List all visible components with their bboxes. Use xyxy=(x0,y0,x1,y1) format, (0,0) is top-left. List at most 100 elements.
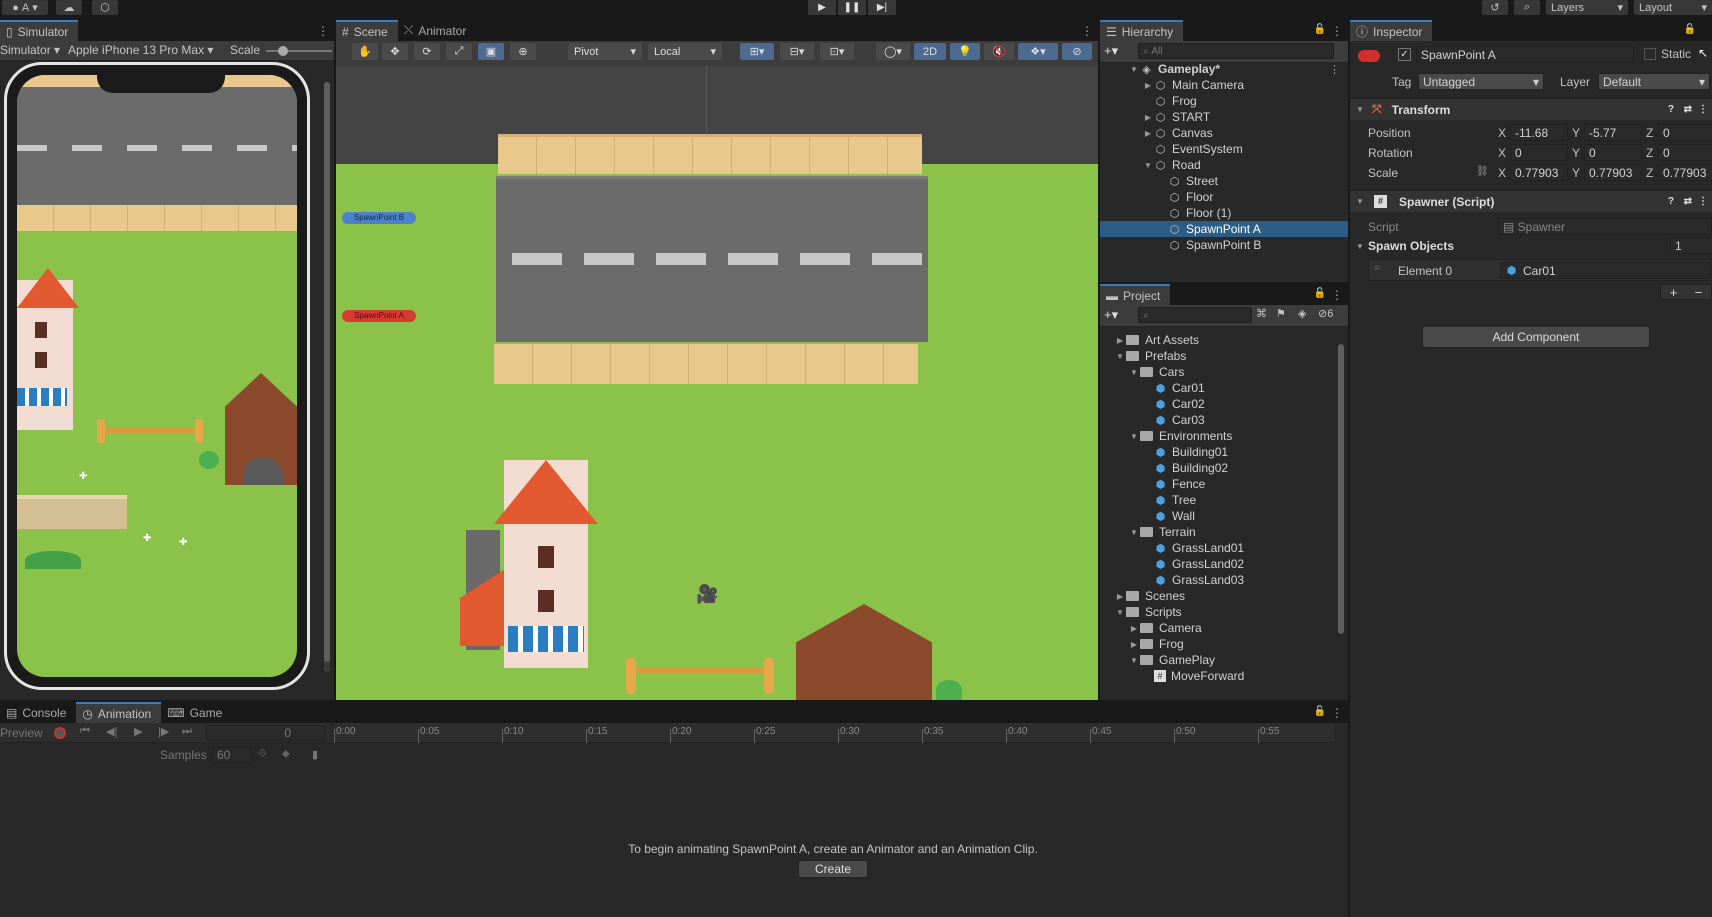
object-name-field[interactable]: SpawnPoint A xyxy=(1416,46,1634,63)
play-button[interactable]: ▶ xyxy=(808,0,836,15)
hierarchy-item[interactable]: ⬡ Frog xyxy=(1100,93,1348,109)
scale-slider[interactable] xyxy=(266,46,332,56)
timeline-ruler[interactable]: 0:00 0:05 0:10 0:15 0:20 0:25 0:30 0:35 0:40 0:45… xyxy=(334,723,1334,743)
lock-icon[interactable]: 🔓 xyxy=(1314,24,1326,35)
hierarchy-search-input[interactable]: ⌕ All xyxy=(1138,43,1334,59)
project-search-input[interactable]: ⌕ xyxy=(1138,307,1252,323)
audio-icon[interactable]: 🔇 xyxy=(984,43,1014,60)
account-dropdown[interactable]: ● A ▾ xyxy=(2,0,48,15)
hierarchy-item[interactable]: ▶ ⬡ START xyxy=(1100,109,1348,125)
hierarchy-item[interactable]: ⬡ Floor (1) xyxy=(1100,205,1348,221)
presets-icon[interactable]: ⇄ xyxy=(1684,196,1692,207)
collab-icon[interactable]: ⬡ xyxy=(92,0,118,15)
layer-dropdown[interactable]: Default ▾ xyxy=(1598,73,1710,90)
add-keyframe-icon[interactable]: ⟐ xyxy=(258,748,267,761)
record-button[interactable] xyxy=(54,727,66,739)
chevron-down-icon[interactable]: ▼ xyxy=(1142,161,1154,170)
project-asset[interactable]: ⬢ Tree xyxy=(1100,492,1336,508)
create-animation-button[interactable]: Create xyxy=(798,860,868,878)
kebab-menu-icon[interactable]: ⋮ xyxy=(1329,63,1340,76)
scale-x-field[interactable]: 0.77903 xyxy=(1510,164,1568,181)
chevron-right-icon[interactable]: ▶ xyxy=(1114,592,1126,601)
chevron-right-icon[interactable]: ▶ xyxy=(1142,81,1154,90)
tab-inspector[interactable]: ⓘ Inspector xyxy=(1350,20,1433,41)
project-folder[interactable]: ▶ Frog xyxy=(1100,636,1336,652)
project-asset[interactable]: ⬢ Car02 xyxy=(1100,396,1336,412)
add-component-button[interactable]: Add Component xyxy=(1422,326,1650,348)
phone-screen[interactable]: ✚ ✚ ✚ xyxy=(17,75,297,677)
search-by-label-icon[interactable]: ⚑ xyxy=(1276,307,1286,320)
spawner-header[interactable]: ▼ # Spawner (Script) ? ⇄ ⋮ xyxy=(1350,190,1712,212)
chevron-down-icon[interactable]: ▼ xyxy=(1128,65,1140,74)
hierarchy-item[interactable]: ▶ ⬡ Canvas xyxy=(1100,125,1348,141)
move-tool-icon[interactable]: ✥ xyxy=(382,43,408,60)
presets-icon[interactable]: ⇄ xyxy=(1684,104,1692,115)
project-asset[interactable]: # MoveForward xyxy=(1100,668,1336,684)
pause-button[interactable]: ❚❚ xyxy=(838,0,866,15)
hierarchy-item[interactable]: ⬡ EventSystem xyxy=(1100,141,1348,157)
step-button[interactable]: ▶| xyxy=(868,0,896,15)
draw-mode-icon[interactable]: ◯▾ xyxy=(876,43,910,60)
project-asset[interactable]: ⬢ GrassLand02 xyxy=(1100,556,1336,572)
rotation-x-field[interactable]: 0 xyxy=(1510,144,1568,161)
first-frame-icon[interactable]: ⏮ xyxy=(80,725,90,738)
grid-visibility-icon[interactable]: ⊟▾ xyxy=(780,43,814,60)
chevron-down-icon[interactable]: ▼ xyxy=(1114,352,1126,361)
element-0-field[interactable]: ⬢ Car01 xyxy=(1500,262,1710,279)
prev-frame-icon[interactable]: ◀| xyxy=(106,725,117,738)
event-marker-icon[interactable]: ▮ xyxy=(312,748,318,761)
tab-hierarchy[interactable]: ☰ Hierarchy xyxy=(1100,20,1184,41)
project-asset[interactable]: ⬢ GrassLand03 xyxy=(1100,572,1336,588)
lighting-icon[interactable]: 💡 xyxy=(950,43,980,60)
rotate-tool-icon[interactable]: ⟳ xyxy=(414,43,440,60)
rotation-y-field[interactable]: 0 xyxy=(1584,144,1642,161)
hidden-objects-icon[interactable]: ⊘ xyxy=(1062,43,1092,60)
effects-icon[interactable]: ❖▾ xyxy=(1018,43,1058,60)
tab-console[interactable]: ▤ Console xyxy=(0,702,76,723)
create-asset-button[interactable]: +▾ xyxy=(1104,307,1118,323)
chevron-down-icon[interactable]: ▼ xyxy=(1128,656,1140,665)
layout-dropdown[interactable]: Layout ▾ xyxy=(1634,0,1712,15)
kebab-menu-icon[interactable]: ⋮ xyxy=(1331,706,1343,720)
simulator-scrollbar[interactable] xyxy=(324,82,330,672)
spawn-objects-count-field[interactable]: 1 xyxy=(1670,237,1712,254)
rect-tool-icon[interactable]: ▣ xyxy=(478,43,504,60)
tag-dropdown[interactable]: Untagged ▾ xyxy=(1418,73,1544,90)
chevron-right-icon[interactable]: ▶ xyxy=(1128,624,1140,633)
kebab-menu-icon[interactable]: ⋮ xyxy=(1698,104,1708,115)
scene-viewport[interactable]: SpawnPoint B SpawnPoint A 🎥 xyxy=(336,66,1098,700)
kebab-menu-icon[interactable]: ⋮ xyxy=(317,24,329,38)
constrain-proportions-icon[interactable]: ⛓ xyxy=(1476,166,1489,177)
project-asset[interactable]: ⬢ Fence xyxy=(1100,476,1336,492)
increment-snap-icon[interactable]: ⊡▾ xyxy=(820,43,854,60)
tab-game[interactable]: ⌨ Game xyxy=(161,702,232,723)
help-icon[interactable]: ? xyxy=(1668,104,1674,115)
project-asset[interactable]: ⬢ Building02 xyxy=(1100,460,1336,476)
lock-icon[interactable]: 🔓 xyxy=(1684,24,1696,35)
scale-tool-icon[interactable]: ⤢ xyxy=(446,43,472,60)
project-asset[interactable]: ⬢ GrassLand01 xyxy=(1100,540,1336,556)
remove-element-button[interactable]: − xyxy=(1695,285,1703,300)
spawn-point-b-gizmo[interactable]: SpawnPoint B xyxy=(342,212,416,224)
search-by-type-icon[interactable]: ⌘ xyxy=(1256,307,1267,320)
history-icon[interactable]: ↺ xyxy=(1482,0,1508,15)
position-x-field[interactable]: -11.68 xyxy=(1510,124,1568,141)
hierarchy-item[interactable]: ⬡ SpawnPoint B xyxy=(1100,237,1348,253)
project-folder[interactable]: ▼ Prefabs xyxy=(1100,348,1336,364)
pivot-dropdown[interactable]: Pivot ▾ xyxy=(568,43,642,60)
position-z-field[interactable]: 0 xyxy=(1658,124,1712,141)
local-dropdown[interactable]: Local ▾ xyxy=(648,43,722,60)
help-icon[interactable]: ? xyxy=(1668,196,1674,207)
project-folder[interactable]: ▼ Terrain xyxy=(1100,524,1336,540)
project-folder[interactable]: ▼ Cars xyxy=(1100,364,1336,380)
last-frame-icon[interactable]: ⏭ xyxy=(182,725,192,738)
tag-icon[interactable]: ◈ xyxy=(1298,307,1306,320)
chevron-down-icon[interactable]: ▼ xyxy=(1128,528,1140,537)
project-asset[interactable]: ⬢ Car01 xyxy=(1100,380,1336,396)
chevron-down-icon[interactable]: ▼ xyxy=(1114,608,1126,617)
active-checkbox[interactable]: ✓ xyxy=(1398,48,1411,61)
project-folder[interactable]: ▶ Camera xyxy=(1100,620,1336,636)
add-element-button[interactable]: + xyxy=(1670,285,1678,300)
lock-icon[interactable]: 🔓 xyxy=(1314,288,1326,299)
chevron-down-icon[interactable]: ▼ xyxy=(1356,242,1364,251)
